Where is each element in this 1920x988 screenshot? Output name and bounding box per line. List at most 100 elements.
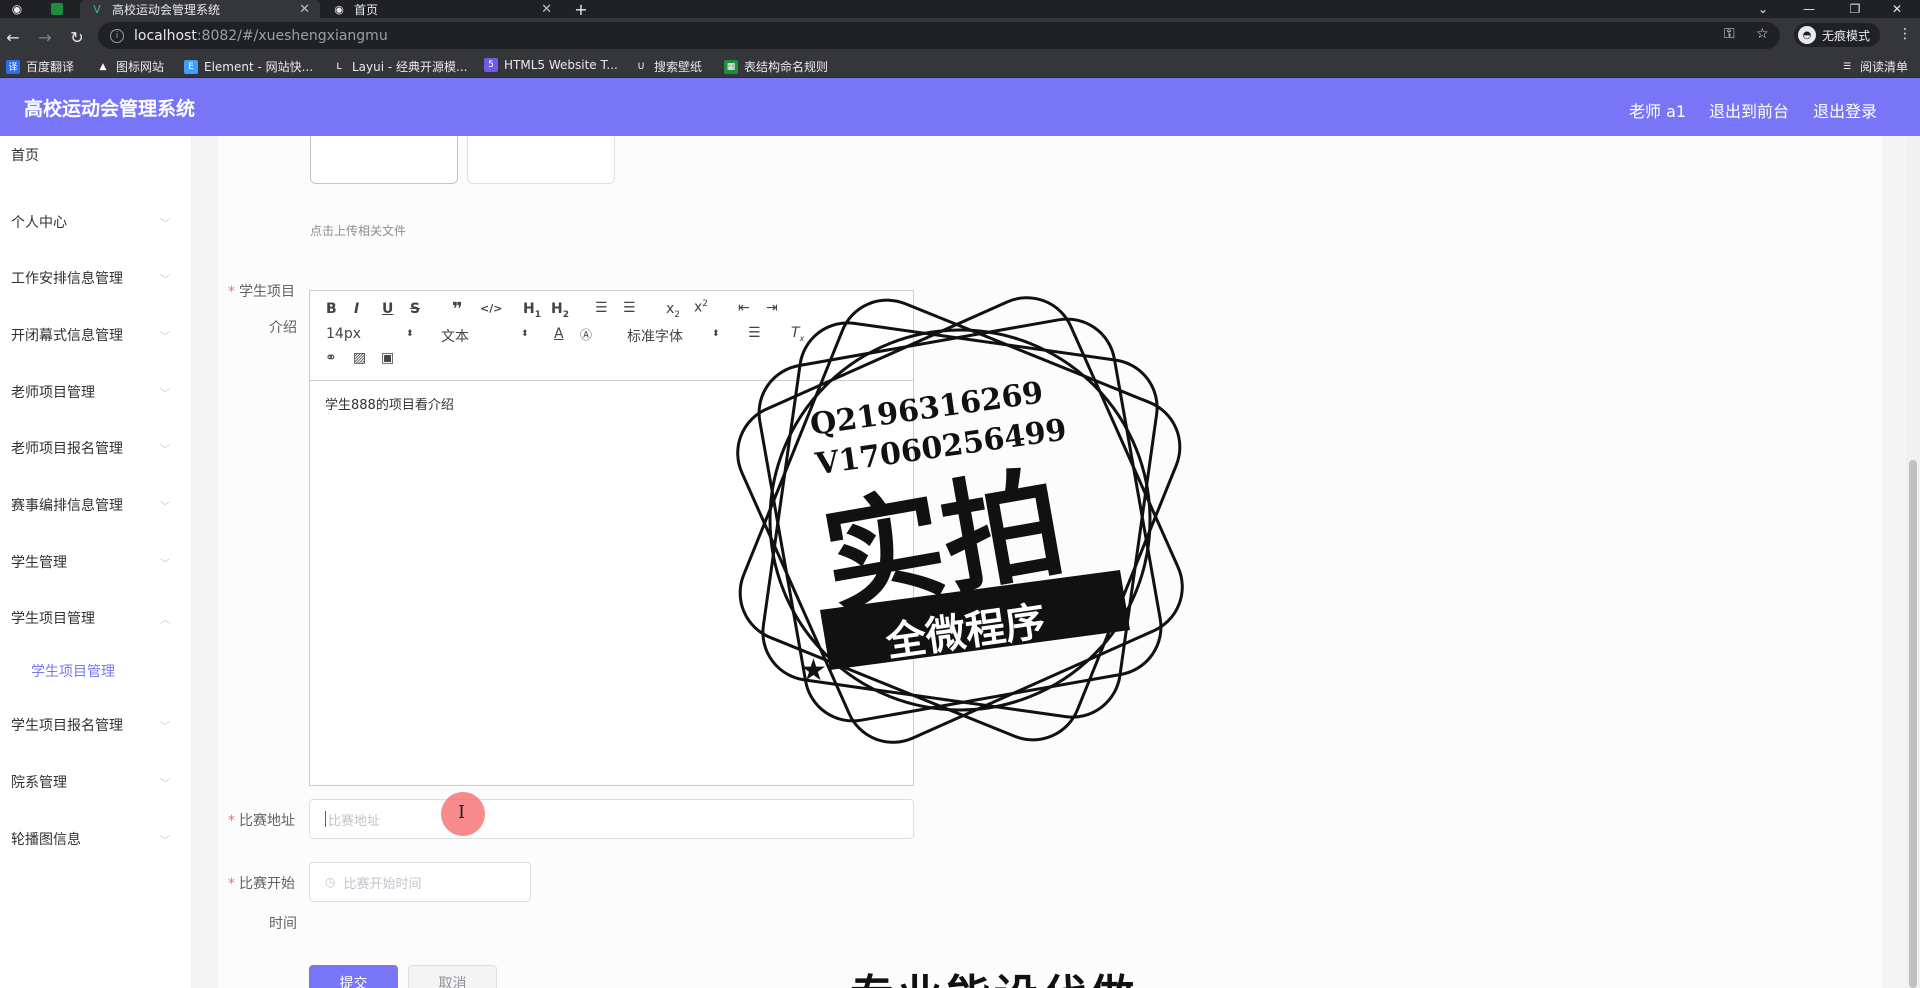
close-icon[interactable]: ✕ [541,2,552,17]
chevron-down-icon: ﹀ [160,501,170,513]
bullet-list-icon[interactable]: ☰ [623,300,636,316]
sidebar-item-teacher-signup[interactable]: 老师项目报名管理 ﹀ [0,428,180,468]
required-mark: * [228,813,235,829]
header-select[interactable]: 文本 ⬍ [441,326,531,346]
bookmarks-bar: 译百度翻译 ▲ 图标网站 E Element - 网站快... L Layui - 经… [0,54,1920,78]
chevron-down-icon: ﹀ [160,274,170,286]
sheet-icon: ▦ [724,59,738,74]
font-family-select[interactable]: 标准字体 ⬍ [627,326,722,346]
sidebar-item-ceremony[interactable]: 开闭幕式信息管理 ﹀ [0,315,180,355]
quote-icon[interactable]: ❞ [452,299,463,320]
url-input[interactable]: i localhost:8082/#/xueshengxiangmu [98,22,1780,49]
sidebar-subitem-student-project[interactable]: 学生项目管理 [0,651,180,691]
close-icon[interactable]: ✕ [299,2,310,17]
h2-icon[interactable]: H2 [551,301,569,320]
underline-icon[interactable]: U [382,301,393,317]
submit-button[interactable]: 提交 [309,965,398,988]
link-icon[interactable]: ⚭ [325,350,337,366]
star-icon[interactable]: ☆ [1756,26,1769,42]
bookmark-item[interactable]: 译百度翻译 [6,58,74,75]
layui-icon: L [336,61,342,72]
new-tab-button[interactable]: + [572,0,590,19]
reload-icon[interactable]: ↻ [66,26,88,48]
sidebar-item-student-signup[interactable]: 学生项目报名管理 ﹀ [0,705,180,745]
translate-icon: 译 [6,59,20,74]
globe-icon[interactable]: ◉ [8,1,26,17]
bottom-watermark: 专业能设代做 [850,960,1138,988]
upload-button[interactable] [467,136,615,184]
chevron-down-icon: ﹀ [160,444,170,456]
tab-active[interactable]: V 高校运动会管理系统 ✕ [80,0,320,18]
bookmark-item[interactable]: ▦ 表结构命名规则 [724,58,828,75]
menu-icon[interactable]: ⋮ [1898,26,1912,42]
sidebar: 首页 个人中心 ﹀ 工作安排信息管理 ﹀ 开闭幕式信息管理 ﹀ 老师项目管理 ﹀ 老师项… [0,136,192,988]
sidebar-item-student-project[interactable]: 学生项目管理 ︿ [0,598,180,638]
browser-tab-strip: ◉ V 高校运动会管理系统 ✕ ◉ 首页 ✕ + ⌄ — ❐ ✕ [0,0,1920,19]
sheet-tab-icon[interactable] [48,1,66,17]
tab-home[interactable]: ◉ 首页 ✕ [322,0,562,18]
bookmark-item[interactable]: 5 HTML5 Website T... [484,58,618,72]
cancel-button[interactable]: 取消 [408,965,497,988]
sidebar-item-schedule[interactable]: 赛事编排信息管理 ﹀ [0,485,180,525]
font-color-icon[interactable]: A [554,326,564,342]
upload-hint: 点击上传相关文件 [310,224,407,238]
to-front-link[interactable]: 退出到前台 [1709,98,1789,122]
start-time-picker[interactable]: ◷ 比赛开始时间 [309,862,531,902]
chevron-up-icon: ︿ [160,614,170,626]
bookmark-item[interactable]: ▲ 图标网站 [96,58,164,75]
info-icon[interactable]: i [110,28,124,43]
back-icon[interactable]: ← [2,26,24,48]
start-time-label: * 比赛开始 [228,876,295,892]
logout-link[interactable]: 退出登录 [1813,98,1877,122]
clock-icon: ◷ [325,875,336,889]
chevron-down-icon: ﹀ [160,721,170,733]
chevron-down-icon: ﹀ [160,218,170,230]
bookmark-item[interactable]: L Layui - 经典开源模... [332,58,467,75]
scrollbar-thumb[interactable] [1909,460,1917,988]
intro-label-line2: 介绍 [269,320,297,336]
star-icon: ★ [1100,583,1127,618]
chevron-down-icon: ﹀ [160,558,170,570]
sidebar-item-teacher-project[interactable]: 老师项目管理 ﹀ [0,372,180,412]
strike-icon[interactable]: S [410,301,420,317]
editor-content[interactable]: 学生888的项目看介绍 [325,394,454,413]
sidebar-item-students[interactable]: 学生管理 ﹀ [0,542,180,582]
tab-search-icon[interactable]: ⌄ [1740,0,1786,18]
star-icon: ★ [800,653,827,688]
url-path: :8082/#/xueshengxiangmu [196,27,388,44]
italic-icon[interactable]: I [354,301,359,317]
subscript-icon[interactable]: x2 [666,301,680,320]
bookmark-item[interactable]: U 搜索壁纸 [634,58,702,75]
forward-icon[interactable]: → [34,26,56,48]
address-input[interactable]: 比赛地址 [309,799,914,839]
close-window-icon[interactable]: ✕ [1874,0,1920,18]
ordered-list-icon[interactable]: ☰ [595,300,608,316]
bookmark-item[interactable]: E Element - 网站快... [184,58,313,75]
sidebar-item-department[interactable]: 院系管理 ﹀ [0,762,180,802]
wallpaper-icon: U [637,61,645,72]
font-size-select[interactable]: 14px ⬍ [326,326,416,342]
sidebar-item-home[interactable]: 首页 [0,135,180,175]
chevron-down-icon: ﹀ [160,835,170,847]
h1-icon[interactable]: H1 [523,301,541,320]
chevron-down-icon: ﹀ [160,388,170,400]
image-upload-icon[interactable]: ▨ [353,350,366,366]
superscript-icon[interactable]: x2 [694,299,708,316]
background-color-icon[interactable]: Ⓐ [580,326,592,343]
select-arrows-icon: ⬍ [712,329,720,339]
key-icon[interactable]: ⚿ [1724,26,1735,42]
bold-icon[interactable]: B [326,301,337,317]
code-icon[interactable]: </> [480,302,502,315]
upload-preview[interactable] [310,136,458,184]
sidebar-item-work[interactable]: 工作安排信息管理 ﹀ [0,258,180,298]
incognito-badge[interactable]: ◓ 无痕模式 [1794,23,1881,47]
ibeam-cursor-icon: I [458,802,466,823]
sidebar-item-profile[interactable]: 个人中心 ﹀ [0,202,180,242]
reading-list[interactable]: ☰ 阅读清单 [1840,58,1908,75]
url-host: localhost [134,27,197,44]
minimize-icon[interactable]: — [1786,0,1832,18]
restore-icon[interactable]: ❐ [1832,0,1878,18]
sidebar-item-carousel[interactable]: 轮播图信息 ﹀ [0,819,180,859]
address-bar: ← → ↻ i localhost:8082/#/xueshengxiangmu… [0,18,1920,54]
video-icon[interactable]: ▣ [381,350,394,366]
